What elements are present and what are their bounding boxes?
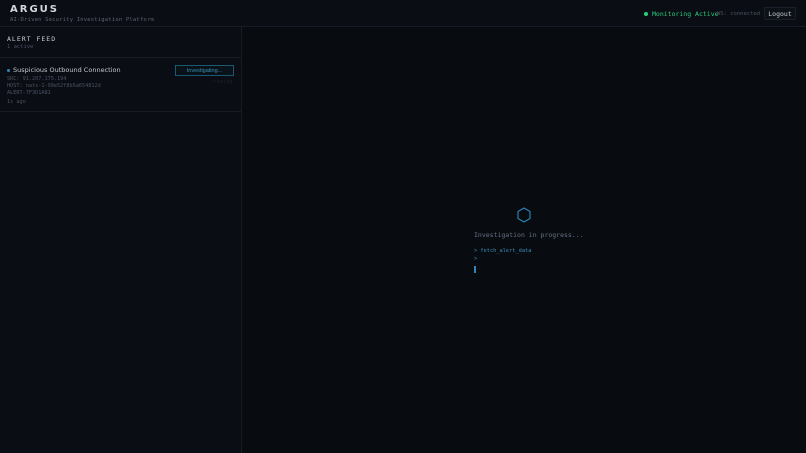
logout-button[interactable]: Logout [764, 7, 796, 20]
investigation-panel: Investigation in progress... > fetch_ale… [243, 27, 806, 453]
hexagon-icon [517, 207, 531, 223]
alert-feed-title: ALERT FEED [7, 35, 57, 43]
alert-id: ALERT-7F3D1A81 [7, 90, 51, 96]
alert-title-text: Suspicious Outbound Connection [13, 66, 121, 74]
top-header: ARGUS AI-Driven Security Investigation P… [0, 0, 806, 27]
investigation-progress-text: Investigation in progress... [474, 231, 584, 239]
terminal-line: > fetch_alert_data [474, 248, 532, 254]
status-subtext: running [212, 80, 233, 85]
investigating-status-button[interactable]: Investigating... [175, 65, 234, 76]
monitoring-label: Monitoring Active [652, 10, 719, 18]
monitoring-status: Monitoring Active [644, 10, 719, 18]
websocket-status: WS: connected [717, 10, 761, 17]
alert-host: HOST: nats-1-90e52f8b5a654812d [7, 83, 101, 89]
alert-feed-count: 1 active [7, 44, 34, 50]
alert-feed-sidebar: ALERT FEED 1 active Suspicious Outbound … [0, 27, 242, 453]
alert-card[interactable]: Suspicious Outbound Connection SRC: 91.2… [0, 58, 242, 112]
alert-time: 1s ago [7, 99, 26, 105]
status-dot-icon [644, 12, 648, 16]
alert-source-ip: SRC: 91.207.175.194 [7, 76, 67, 82]
terminal-line: > [474, 256, 478, 262]
alert-dot-icon [7, 68, 10, 72]
brand-subtitle: AI-Driven Security Investigation Platfor… [10, 17, 154, 23]
app-root: ARGUS AI-Driven Security Investigation P… [0, 0, 806, 453]
terminal-cursor [474, 266, 476, 273]
alert-feed-header: ALERT FEED 1 active [0, 27, 242, 58]
brand-title: ARGUS [10, 4, 59, 15]
alert-title: Suspicious Outbound Connection [7, 66, 121, 74]
